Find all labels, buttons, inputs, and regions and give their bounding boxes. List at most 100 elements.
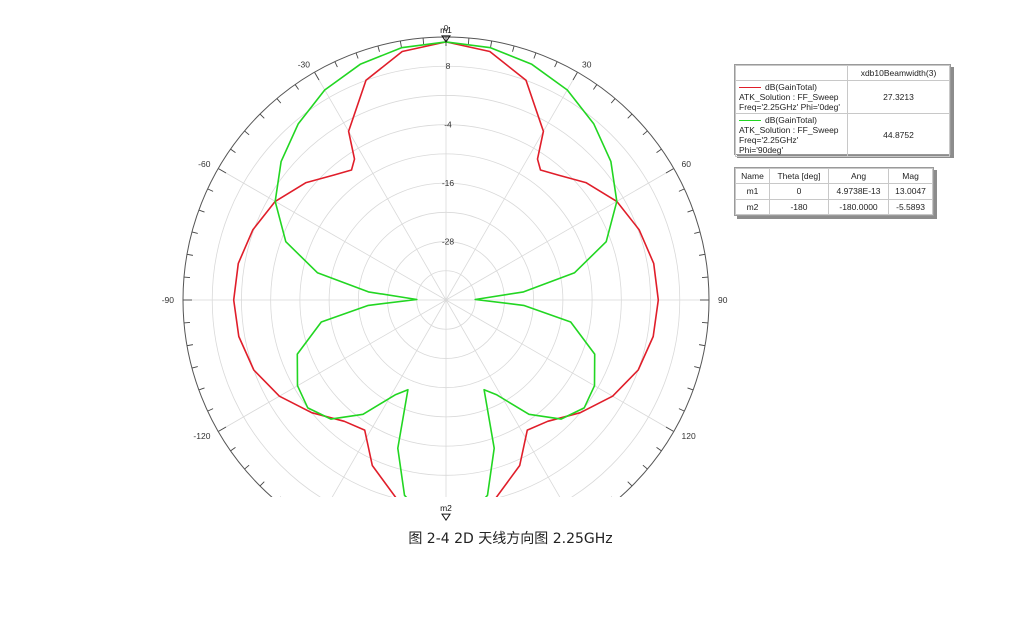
angle-tick — [694, 366, 701, 369]
marker-cell: -5.5893 — [888, 198, 933, 216]
angle-tick — [422, 37, 425, 45]
angle-tick — [191, 231, 198, 234]
marker-table-row: m2 -180 -180.0000 -5.5893 — [735, 198, 933, 216]
angle-tick — [701, 321, 709, 324]
angle-tick — [186, 253, 193, 256]
legend-series-label: dB(GainTotal) — [765, 115, 817, 125]
angle-label: 30 — [582, 59, 592, 69]
angle-tick — [699, 253, 706, 256]
legend-series-line1: ATK_Solution : FF_Sweep — [739, 125, 839, 135]
angle-tick — [198, 209, 205, 213]
angle-tick — [399, 40, 402, 47]
angle-tick — [244, 130, 250, 136]
angle-tick — [259, 113, 265, 119]
angle-tick — [334, 61, 338, 68]
marker-cell: 4.9738E-13 — [827, 183, 890, 200]
polar-labels: 0306090120-30-60-90-1208-4-16-28 — [162, 23, 728, 441]
angle-label: -30 — [298, 59, 311, 69]
marker-header-cell: Mag — [888, 167, 933, 185]
marker-cell: 0 — [769, 183, 829, 200]
marker-header-cell: Name — [735, 167, 770, 185]
marker-cell: m1 — [735, 183, 770, 200]
legend-table: xdb10Beamwidth(3) dB(GainTotal) ATK_Solu… — [734, 64, 951, 157]
marker-table-header: Name Theta [deg] Ang Mag — [735, 167, 933, 185]
angle-tick — [701, 276, 709, 279]
angle-tick — [259, 481, 265, 487]
angle-label: -60 — [198, 159, 211, 169]
angle-tick — [400, 553, 401, 559]
marker-label: m1 — [440, 25, 452, 35]
marker-header-cell: Theta [deg] — [769, 167, 829, 185]
ring-label: -4 — [444, 120, 452, 130]
legend-series-line2: Freq='2.25GHz' Phi='0deg' — [739, 102, 840, 112]
angle-tick — [315, 520, 320, 528]
angle-tick — [314, 72, 320, 81]
angle-tick — [572, 72, 578, 81]
angle-tick — [218, 426, 227, 432]
marker-cell: -180.0000 — [827, 198, 890, 216]
angle-tick — [656, 447, 662, 452]
legend-row: dB(GainTotal) ATK_Solution : FF_Sweep Fr… — [735, 113, 950, 157]
marker-label: m2 — [440, 503, 452, 513]
ring-label: 8 — [446, 61, 451, 71]
angle-tick — [678, 408, 685, 412]
angle-tick — [423, 556, 424, 562]
angle-tick — [627, 113, 633, 119]
angle-tick — [378, 548, 380, 554]
angle-tick — [610, 98, 616, 104]
angle-tick — [687, 387, 694, 391]
series-swatch — [739, 87, 761, 89]
marker-triangle — [441, 513, 451, 522]
angle-tick — [642, 130, 648, 136]
angle-label: 60 — [682, 159, 692, 169]
angle-tick — [512, 45, 515, 52]
angle-tick — [665, 426, 674, 432]
angle-tick — [294, 84, 299, 90]
marker-cell: m2 — [735, 198, 770, 216]
angle-tick — [355, 52, 359, 59]
angle-tick — [186, 344, 193, 347]
angle-tick — [687, 209, 694, 213]
marker-cell: 13.0047 — [888, 183, 933, 200]
angle-label: -120 — [193, 431, 210, 441]
legend-entry: dB(GainTotal) ATK_Solution : FF_Sweep Fr… — [735, 80, 848, 114]
angle-tick — [573, 520, 578, 528]
angle-tick — [533, 52, 537, 59]
marker-cell: -180 — [769, 198, 829, 216]
angle-tick — [593, 511, 596, 516]
angle-tick — [490, 40, 493, 47]
angle-tick — [198, 387, 205, 391]
angle-tick — [593, 84, 598, 90]
angle-tick — [699, 344, 706, 347]
legend-header-blank — [735, 65, 848, 81]
angle-tick — [468, 556, 469, 562]
legend-column-header: xdb10Beamwidth(3) — [847, 65, 950, 81]
angle-tick — [207, 408, 214, 412]
angle-tick — [694, 231, 701, 234]
angle-tick — [276, 98, 282, 104]
angle-label: 90 — [718, 295, 728, 305]
angle-tick — [467, 37, 470, 45]
angle-tick — [513, 548, 515, 554]
angle-tick — [230, 148, 236, 153]
angle-tick — [377, 45, 380, 52]
angle-tick — [627, 481, 633, 487]
angle-tick — [678, 188, 685, 192]
marker-table-row: m1 0 4.9738E-13 13.0047 — [735, 183, 933, 200]
angle-tick — [665, 168, 674, 174]
legend-row: dB(GainTotal) ATK_Solution : FF_Sweep Fr… — [735, 80, 950, 114]
legend-value: 44.8752 — [847, 113, 950, 157]
series-swatch — [739, 120, 761, 122]
angle-tick — [218, 168, 227, 174]
legend-series-label: dB(GainTotal) — [765, 82, 817, 92]
marker-table: Name Theta [deg] Ang Mag m1 0 4.9738E-13… — [734, 167, 934, 216]
angle-tick — [230, 447, 236, 452]
legend-series-line1: ATK_Solution : FF_Sweep — [739, 92, 839, 102]
ring-label: -28 — [442, 237, 455, 247]
angle-tick — [554, 61, 558, 68]
legend-series-line2: Freq='2.25GHz' Phi='90deg' — [739, 135, 799, 155]
angle-tick — [183, 276, 191, 279]
angle-tick — [191, 366, 198, 369]
angle-tick — [491, 553, 492, 559]
legend-value: 27.3213 — [847, 80, 950, 114]
